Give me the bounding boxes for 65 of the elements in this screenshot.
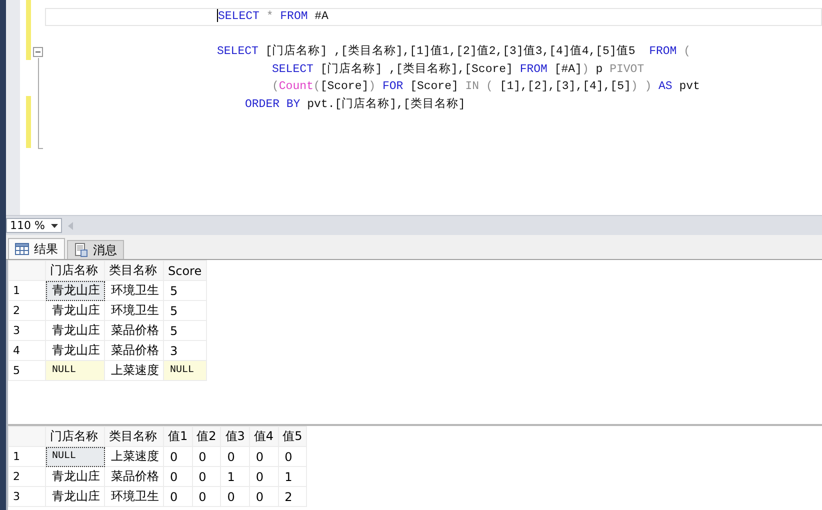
results-tab[interactable]: 结果: [8, 238, 65, 259]
column-header[interactable]: 值2: [192, 426, 221, 446]
column-header[interactable]: 类目名称: [104, 426, 164, 446]
code-line: ORDER BY pvt.[门店名称],[类目名称]: [245, 98, 466, 111]
table-cell[interactable]: 0: [192, 446, 221, 466]
table-cell[interactable]: 0: [249, 446, 278, 466]
table-cell[interactable]: NULL: [164, 360, 206, 380]
column-header[interactable]: 门店名称: [46, 260, 104, 280]
row-number: 4: [8, 340, 46, 360]
caret-icon: [51, 224, 58, 228]
change-bar: [26, 0, 31, 60]
table-cell[interactable]: 0: [249, 466, 278, 486]
table-cell[interactable]: 菜品价格: [104, 340, 164, 360]
column-header[interactable]: 值3: [220, 426, 250, 446]
table-cell[interactable]: 5: [164, 320, 206, 340]
result-grid[interactable]: 门店名称 类目名称 Score 1 青龙山庄 环境卫生 5 2 青龙山庄 环境卫生 5 3 青龙山庄 菜品价格 5 4 青龙山庄 菜品价格 3 5 NULL 上菜速度 NULL: [8, 260, 207, 381]
table-cell[interactable]: 0: [220, 486, 250, 506]
table-cell[interactable]: 5: [164, 300, 206, 320]
table-cell[interactable]: 0: [220, 446, 250, 466]
row-number: 3: [8, 320, 46, 340]
change-bar: [26, 96, 31, 148]
code-line: (Count([Score]) FOR [Score] IN ( [1],[2],[3],[4],[5]) ) AS pvt: [272, 80, 700, 94]
result-grid[interactable]: 门店名称 类目名称 值1 值2 值3 值4 值5 1 NULL 上菜速度 0 0 0 0 0 2 青龙山庄 菜品价格 0 0 1 0 1 3 青龙山庄 环境卫生 0 0 0 0 2: [8, 426, 308, 507]
table-cell[interactable]: 0: [192, 466, 221, 486]
table-cell[interactable]: 青龙山庄: [46, 300, 104, 320]
table-cell[interactable]: 青龙山庄: [46, 466, 104, 486]
row-number: 2: [8, 300, 46, 320]
table-cell[interactable]: 0: [278, 446, 307, 466]
table-cell[interactable]: 青龙山庄: [46, 320, 104, 340]
table-cell[interactable]: 0: [164, 446, 192, 466]
table-cell[interactable]: 1: [278, 466, 307, 486]
row-number: 3: [8, 486, 46, 506]
table-cell[interactable]: 环境卫生: [104, 486, 164, 506]
table-cell[interactable]: 0: [164, 466, 192, 486]
table-cell[interactable]: 5: [164, 280, 206, 300]
table-cell[interactable]: 0: [164, 486, 192, 506]
table-cell[interactable]: 0: [192, 486, 221, 506]
collapse-icon[interactable]: [33, 47, 43, 57]
column-header[interactable]: 值4: [249, 426, 278, 446]
zoom-dropdown[interactable]: 110 %: [6, 218, 62, 233]
table-cell[interactable]: NULL: [46, 360, 104, 380]
table-cell[interactable]: 青龙山庄: [46, 280, 104, 300]
column-header[interactable]: Score: [164, 260, 206, 280]
table-cell[interactable]: 环境卫生: [104, 280, 164, 300]
table-cell[interactable]: 环境卫生: [104, 300, 164, 320]
column-header[interactable]: 类目名称: [104, 260, 164, 280]
code-line: SELECT [门店名称] ,[类目名称],[Score] FROM [#A]) p PIVOT: [272, 62, 644, 76]
column-header[interactable]: 门店名称: [46, 426, 104, 446]
table-cell[interactable]: 青龙山庄: [46, 486, 104, 506]
row-number: 2: [8, 466, 46, 486]
results-tab[interactable]: 消息: [67, 240, 124, 259]
table-cell[interactable]: 上菜速度: [104, 446, 164, 466]
table-cell[interactable]: 菜品价格: [104, 466, 164, 486]
code-line: SELECT [门店名称] ,[类目名称],[1]值1,[2]值2,[3]值3,[4]值4,[5]值5 FROM (: [217, 45, 690, 58]
table-cell[interactable]: 2: [278, 486, 307, 506]
code-line: SELECT * FROM #A: [217, 10, 328, 23]
scroll-left-icon[interactable]: [68, 222, 73, 230]
grid-icon: [15, 243, 29, 255]
column-header[interactable]: 值1: [164, 426, 192, 446]
table-cell[interactable]: 1: [220, 466, 250, 486]
table-cell[interactable]: 0: [249, 486, 278, 506]
column-header[interactable]: 值5: [278, 426, 307, 446]
table-cell[interactable]: 菜品价格: [104, 320, 164, 340]
document-icon: [74, 243, 88, 257]
table-cell[interactable]: NULL: [46, 446, 104, 466]
